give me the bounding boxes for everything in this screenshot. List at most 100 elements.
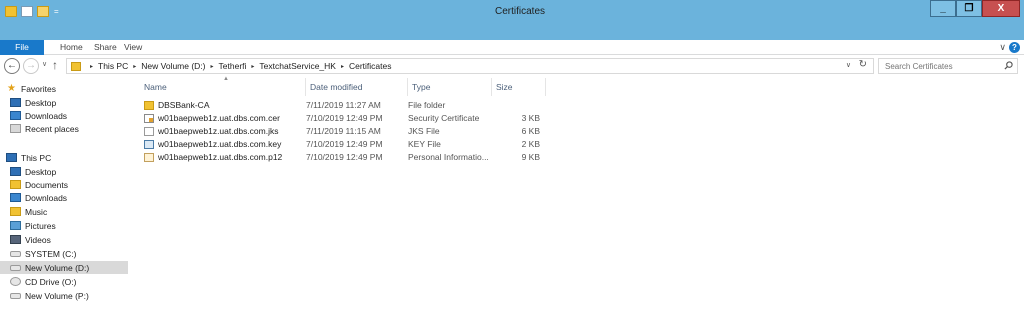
nav-label: Favorites: [21, 83, 56, 94]
address-dropdown-icon[interactable]: ∨: [846, 61, 851, 69]
videos-icon: [10, 235, 21, 244]
certificate-icon: [144, 114, 154, 123]
tab-file[interactable]: File: [0, 40, 44, 55]
star-icon: ★: [7, 83, 16, 94]
breadcrumb-this-pc[interactable]: This PC: [98, 61, 128, 71]
breadcrumb-separator[interactable]: ▸: [133, 63, 136, 70]
expand-ribbon-icon[interactable]: ∨: [999, 42, 1006, 53]
nav-item-system-c[interactable]: SYSTEM (C:): [10, 247, 138, 260]
file-row[interactable]: w01baepweb1z.uat.dbs.com.jks 7/11/2019 1…: [140, 125, 546, 138]
file-size: 6 KB: [521, 126, 540, 136]
nav-label: Downloads: [25, 110, 68, 121]
file-date: 7/10/2019 12:49 PM: [306, 152, 383, 162]
file-date: 7/10/2019 12:49 PM: [306, 113, 383, 123]
nav-label: Music: [25, 206, 48, 217]
file-row[interactable]: w01baepweb1z.uat.dbs.com.p12 7/10/2019 1…: [140, 151, 546, 164]
nav-label: Downloads: [25, 192, 68, 203]
minimize-button[interactable]: _: [930, 0, 956, 17]
nav-item-cd-drive-o[interactable]: CD Drive (O:): [10, 275, 138, 288]
file-row[interactable]: DBSBank-CA 7/11/2019 11:27 AM File folde…: [140, 99, 546, 112]
column-header-date-modified[interactable]: Date modified: [306, 78, 408, 96]
close-button[interactable]: X: [982, 0, 1020, 17]
nav-item-pictures[interactable]: Pictures: [10, 219, 138, 232]
nav-label: Desktop: [25, 97, 57, 108]
column-header-name[interactable]: Name: [140, 78, 306, 96]
column-header-type[interactable]: Type: [408, 78, 492, 96]
nav-item-documents[interactable]: Documents: [10, 178, 138, 191]
nav-item-desktop[interactable]: Desktop: [10, 96, 138, 109]
file-date: 7/10/2019 12:49 PM: [306, 139, 383, 149]
search-box[interactable]: [878, 58, 1018, 74]
nav-label: This PC: [21, 152, 52, 163]
breadcrumb-separator[interactable]: ▸: [90, 63, 93, 70]
nav-item-music[interactable]: Music: [10, 205, 138, 218]
breadcrumb-tetherfi[interactable]: Tetherfi: [219, 61, 247, 71]
drive-icon: [10, 264, 21, 271]
help-icon[interactable]: ?: [1009, 42, 1020, 53]
nav-item-downloads[interactable]: Downloads: [10, 191, 138, 204]
navigation-pane: ★ Favorites Desktop Downloads Recent pla…: [0, 78, 130, 315]
drive-icon: [10, 250, 21, 257]
address-row: ← → ∨ ↑ ▸ This PC ▸ New Volume (D:) ▸ Te…: [0, 56, 1024, 76]
nav-label: Pictures: [25, 220, 56, 231]
file-size: 3 KB: [521, 113, 540, 123]
back-button[interactable]: ←: [4, 58, 20, 74]
nav-item-recent-places[interactable]: Recent places: [10, 122, 138, 135]
file-name: w01baepweb1z.uat.dbs.com.key: [158, 139, 282, 149]
nav-label: SYSTEM (C:): [25, 248, 77, 259]
file-name-cell: DBSBank-CA: [144, 99, 210, 112]
window-title: Certificates: [494, 6, 545, 17]
desktop-icon: [10, 167, 21, 176]
window-controls: _ ❐ X: [930, 0, 1020, 17]
breadcrumb-separator[interactable]: ▸: [341, 63, 344, 70]
file-type: File folder: [408, 100, 446, 110]
tab-view[interactable]: View: [124, 40, 142, 55]
nav-item-downloads[interactable]: Downloads: [10, 109, 138, 122]
breadcrumb-separator[interactable]: ▸: [211, 63, 214, 70]
breadcrumb-certificates[interactable]: Certificates: [349, 61, 392, 71]
maximize-button[interactable]: ❐: [956, 0, 982, 17]
file-date: 7/11/2019 11:27 AM: [306, 100, 381, 110]
file-name-cell: w01baepweb1z.uat.dbs.com.jks: [144, 125, 279, 138]
file-type: JKS File: [408, 126, 440, 136]
pictures-icon: [10, 221, 21, 230]
search-icon[interactable]: [1004, 61, 1013, 70]
cd-drive-icon: [10, 277, 21, 286]
file-name-cell: w01baepweb1z.uat.dbs.com.p12: [144, 151, 282, 164]
file-row[interactable]: w01baepweb1z.uat.dbs.com.cer 7/10/2019 1…: [140, 112, 546, 125]
forward-button[interactable]: →: [23, 58, 39, 74]
nav-favorites[interactable]: ★ Favorites: [6, 82, 134, 95]
nav-item-desktop[interactable]: Desktop: [10, 165, 138, 178]
nav-label: New Volume (D:): [25, 262, 90, 273]
nav-this-pc[interactable]: This PC: [6, 151, 134, 164]
music-icon: [10, 207, 21, 216]
computer-icon: [6, 153, 17, 162]
file-type: Personal Informatio...: [408, 152, 489, 162]
file-name: w01baepweb1z.uat.dbs.com.cer: [158, 113, 280, 123]
nav-item-new-volume-d[interactable]: New Volume (D:): [0, 261, 128, 274]
breadcrumb-textchatservice-hk[interactable]: TextchatService_HK: [259, 61, 336, 71]
file-list: ▲ Name Date modified Type Size DBSBank-C…: [140, 76, 1024, 315]
tab-share[interactable]: Share: [94, 40, 117, 55]
file-name-cell: w01baepweb1z.uat.dbs.com.key: [144, 138, 281, 151]
file-name: w01baepweb1z.uat.dbs.com.jks: [158, 126, 279, 136]
nav-label: New Volume (P:): [25, 290, 89, 301]
up-button[interactable]: ↑: [52, 58, 58, 72]
breadcrumb-new-volume-d[interactable]: New Volume (D:): [141, 61, 205, 71]
tab-home[interactable]: Home: [60, 40, 83, 55]
drive-icon: [10, 292, 21, 299]
recent-locations-icon[interactable]: ∨: [42, 60, 47, 68]
refresh-icon[interactable]: ↻: [859, 59, 867, 70]
search-input[interactable]: [879, 59, 999, 73]
file-row[interactable]: w01baepweb1z.uat.dbs.com.key 7/10/2019 1…: [140, 138, 546, 151]
nav-item-new-volume-p[interactable]: New Volume (P:): [10, 289, 138, 302]
file-date: 7/11/2019 11:15 AM: [306, 126, 381, 136]
column-header-size[interactable]: Size: [492, 78, 546, 96]
breadcrumb-separator[interactable]: ▸: [251, 63, 254, 70]
file-size: [492, 99, 540, 112]
recent-places-icon: [10, 124, 21, 133]
nav-item-videos[interactable]: Videos: [10, 233, 138, 246]
address-bar[interactable]: ▸ This PC ▸ New Volume (D:) ▸ Tetherfi ▸…: [66, 58, 874, 74]
personal-info-icon: [144, 153, 154, 162]
nav-label: Videos: [25, 234, 51, 245]
